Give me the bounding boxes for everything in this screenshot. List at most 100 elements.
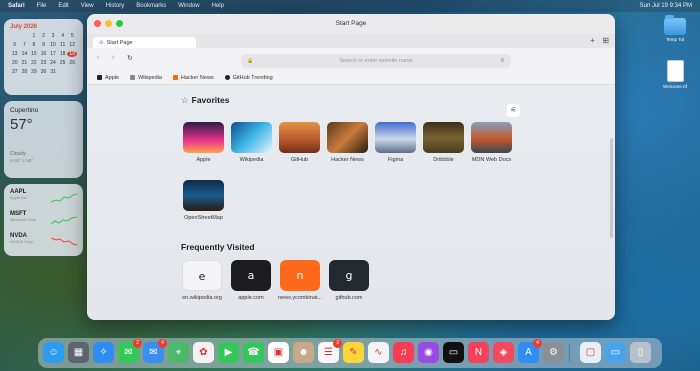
- toolbar: ‹ › ↻ 🔒 Search or enter website name ≡: [87, 48, 615, 72]
- close-window-button[interactable]: [94, 20, 101, 27]
- customize-start-page-button[interactable]: ⚟: [507, 104, 520, 117]
- favorites-title: Favorites: [191, 95, 230, 105]
- favorite-thumbnail: [183, 180, 224, 211]
- dock-messages-icon[interactable]: ✉ 2: [118, 339, 142, 363]
- dock-system-settings-icon[interactable]: ⚙: [543, 342, 564, 363]
- weather-widget[interactable]: Cupertino 57° Cloudy H:60° L:58°: [4, 101, 83, 178]
- stock-sparkline-down: [51, 237, 77, 246]
- favorite-label: GitHub: [290, 157, 309, 163]
- dock-contacts-icon[interactable]: ☻: [293, 342, 314, 363]
- calendar-day: 16: [40, 51, 47, 57]
- menu-bar: Safari File Edit View History Bookmarks …: [0, 0, 700, 12]
- menu-item-help[interactable]: Help: [212, 3, 224, 9]
- dock-freeform-icon[interactable]: ∿: [368, 342, 389, 363]
- dock-preview-icon[interactable]: ▢: [580, 342, 601, 363]
- calendar-day: 10: [50, 42, 56, 48]
- dock-launchpad-icon[interactable]: ▦: [68, 342, 89, 363]
- favorite-tile[interactable]: GitHub: [277, 122, 322, 163]
- dock-maps-icon[interactable]: ⌖: [168, 342, 189, 363]
- favorite-tile[interactable]: Figma: [373, 122, 418, 163]
- menu-item-window[interactable]: Window: [178, 3, 199, 9]
- title-bar[interactable]: Start Page: [87, 14, 615, 34]
- frequent-site-tile[interactable]: a apple.com: [224, 260, 278, 301]
- dock-mail-icon[interactable]: ✉ 4: [143, 339, 167, 363]
- reload-button[interactable]: ↻: [127, 54, 133, 62]
- dock-downloads-folder-icon[interactable]: ▭: [605, 342, 626, 363]
- desktop-document[interactable]: Welcome.rtf: [660, 60, 690, 89]
- bookmark-hacker-news[interactable]: Hacker News: [172, 75, 214, 81]
- hacker-news-icon: [172, 75, 178, 80]
- favorite-label: MDN Web Docs: [471, 157, 512, 163]
- forward-button[interactable]: ›: [112, 54, 114, 61]
- favorite-tile[interactable]: OpenStreetMap: [181, 180, 226, 221]
- calendar-day: 13: [12, 51, 18, 57]
- menubar-clock[interactable]: Sun Jul 19 9:34 PM: [640, 3, 692, 9]
- dock-safari-icon[interactable]: ✧: [93, 342, 114, 363]
- dock-games-icon[interactable]: ◈: [493, 342, 514, 363]
- favorite-tile[interactable]: Wikipedia: [229, 122, 274, 163]
- menu-item-history[interactable]: History: [106, 3, 125, 9]
- favorite-tile[interactable]: Apple: [181, 122, 226, 163]
- dock: ☺ ▦ ✧ ✉ 2 ✉ 4 ⌖ ✿ ▶ ☎ ▣ ☻ ☰ 3 ✎ ∿ ♫ ◉ ▭ N ◈ A 4 ⚙ ▢ ▭ ▯: [38, 338, 662, 368]
- calendar-day: 26: [69, 60, 75, 66]
- document-icon: [666, 60, 684, 82]
- site-letter-icon: g: [329, 260, 369, 291]
- new-tab-button[interactable]: +: [590, 36, 595, 45]
- calendar-day: 23: [40, 60, 47, 66]
- bookmark-github-trending[interactable]: GitHub Trending: [224, 75, 273, 81]
- window-title: Start Page: [335, 20, 367, 27]
- dock-podcasts-icon[interactable]: ◉: [418, 342, 439, 363]
- dock-reminders-icon[interactable]: ☰ 3: [318, 339, 342, 363]
- dock-phone-icon[interactable]: ☎: [243, 342, 264, 363]
- address-bar[interactable]: 🔒 Search or enter website name ≡: [241, 54, 511, 68]
- desktop-folder[interactable]: Temp Tol: [660, 15, 690, 42]
- favorite-tile[interactable]: Hacker News: [325, 122, 370, 163]
- favorite-thumbnail: [279, 122, 320, 153]
- bookmark-wikipedia[interactable]: Wikipedia: [130, 75, 162, 81]
- dock-music-icon[interactable]: ♫: [393, 342, 414, 363]
- zoom-window-button[interactable]: [116, 20, 123, 27]
- tab-overview-button[interactable]: ⊞: [602, 36, 609, 45]
- menu-item-view[interactable]: View: [81, 3, 94, 9]
- dock-notes-icon[interactable]: ✎: [343, 342, 364, 363]
- favorite-thumbnail: [183, 122, 224, 153]
- menu-item-edit[interactable]: Edit: [58, 3, 68, 9]
- calendar-day: 7: [22, 42, 26, 48]
- back-button[interactable]: ‹: [97, 54, 99, 61]
- menu-item-safari[interactable]: Safari: [8, 3, 25, 9]
- menu-item-file[interactable]: File: [37, 3, 47, 9]
- stocks-widget[interactable]: AAPL Apple Inc. MSFT Microsoft Corp. NVD…: [4, 184, 83, 256]
- frequent-site-tile[interactable]: n news.ycombinat...: [273, 260, 327, 301]
- favorites-heading: ☆ Favorites: [181, 95, 229, 106]
- tab-bar: ⊘ Start Page + ⊞: [87, 34, 615, 49]
- calendar-day: 31: [50, 69, 56, 75]
- stock-sparkline-up: [51, 193, 77, 203]
- favorite-tile[interactable]: Dribbble: [421, 122, 466, 163]
- site-letter-icon: n: [280, 260, 320, 291]
- favorite-tile[interactable]: MDN Web Docs: [469, 122, 514, 163]
- dock-separator: [569, 344, 570, 362]
- dock-app-store-icon[interactable]: A4: [518, 339, 542, 363]
- dock-trash-icon[interactable]: ▯: [630, 342, 651, 363]
- menu-item-bookmarks[interactable]: Bookmarks: [136, 3, 166, 9]
- dock-calendar-icon[interactable]: ▣: [268, 342, 289, 363]
- minimize-window-button[interactable]: [105, 20, 112, 27]
- frequent-site-tile[interactable]: e en.wikipedia.org: [175, 260, 229, 301]
- calendar-day: 28: [21, 69, 28, 75]
- reader-icon[interactable]: ≡: [500, 54, 504, 68]
- desktop-folder-label: Temp Tol: [666, 37, 684, 42]
- github-icon: [224, 75, 230, 80]
- calendar-widget[interactable]: July 2026 1 2 3 4 5 6 7 8 9 10 11 12 13 14 15 16 17 18 19 2…: [4, 19, 83, 95]
- bookmark-apple[interactable]: Apple: [97, 75, 119, 81]
- stock-sparkline-up: [51, 216, 77, 225]
- scrollbar[interactable]: [610, 138, 613, 238]
- calendar-day: 19: [67, 51, 77, 57]
- dock-photos-icon[interactable]: ✿: [193, 342, 214, 363]
- dock-facetime-icon[interactable]: ▶: [218, 342, 239, 363]
- dock-tv-icon[interactable]: ▭: [443, 342, 464, 363]
- dock-news-icon[interactable]: N: [468, 342, 489, 363]
- notification-badge: 4: [533, 339, 542, 348]
- calendar-day: 2: [42, 33, 45, 39]
- frequent-site-tile[interactable]: g github.com: [322, 260, 376, 301]
- dock-finder-icon[interactable]: ☺: [43, 342, 64, 363]
